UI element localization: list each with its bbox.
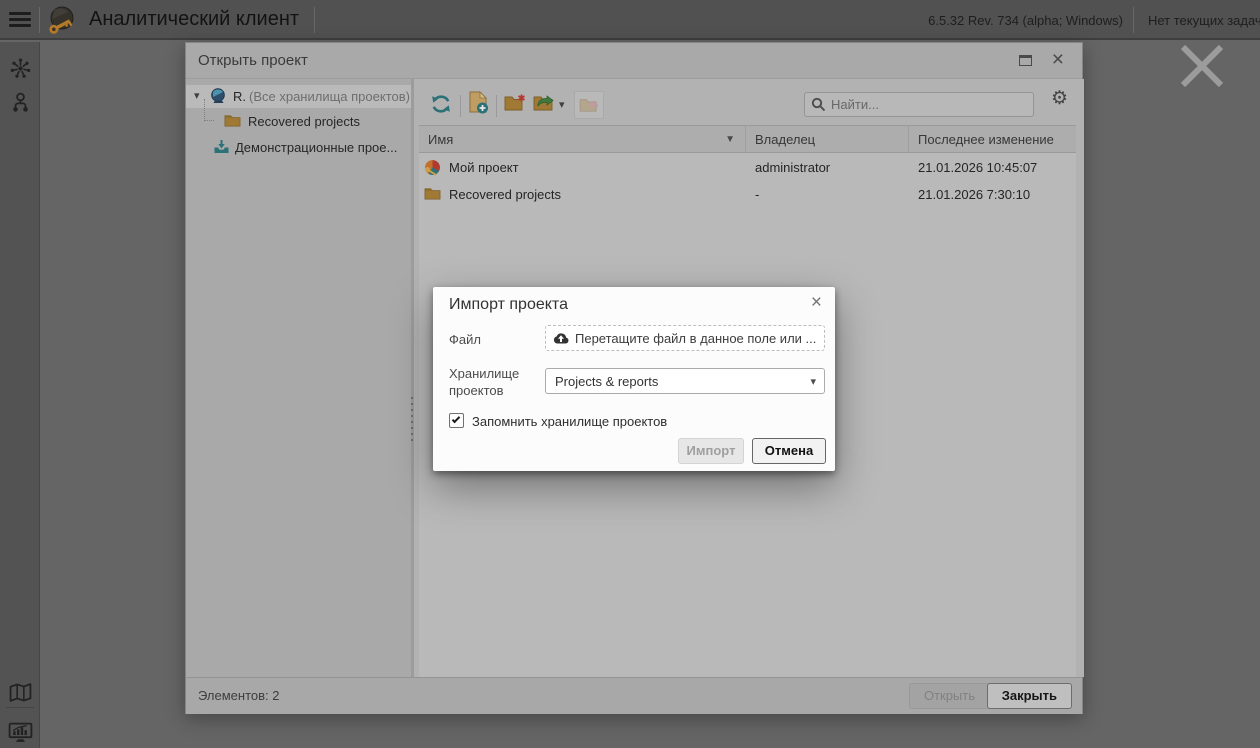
tree-item-recovered-projects[interactable]: Recovered projects [186,110,411,133]
open-folder-icon[interactable] [533,94,556,112]
dialog-footer: Элементов: 2 Открыть Закрыть [186,677,1082,714]
remember-checkbox[interactable] [449,413,464,428]
open-folder-caret-icon[interactable]: ▾ [559,98,565,111]
folder-icon [224,113,241,127]
import-button-disabled: Импорт [678,438,744,464]
table-row-recovered-projects[interactable]: Recovered projects - 21.01.2026 7:30:10 [419,181,1076,208]
dialog-titlebar: Открыть проект × [186,43,1082,79]
maximize-icon[interactable] [1019,55,1032,66]
folder-icon [424,186,441,200]
app-logo-icon [46,4,78,36]
hamburger-menu-icon[interactable] [8,9,32,31]
column-header-label: Имя [428,132,453,147]
tasks-status[interactable]: Нет текущих задач [1148,13,1260,28]
chevron-down-icon: ▾ [810,375,816,388]
cell-modified: 21.01.2026 10:45:07 [918,160,1037,175]
storage-select-value: Projects & reports [555,374,658,389]
inbox-download-icon [213,139,230,154]
tree-root-all-storages[interactable]: ▾ R. (Все хранилища проектов) [186,85,411,108]
expander-icon[interactable]: ▾ [194,89,200,102]
cloud-upload-icon [553,332,569,344]
tree-root-hint: (Все хранилища проектов) [249,89,410,104]
splitter-handle[interactable] [411,397,413,441]
tree-item-label: Recovered projects [248,114,360,129]
cell-name: Мой проект [449,160,519,175]
close-icon[interactable]: × [1052,48,1064,72]
file-dropzone[interactable]: Перетащите файл в данное поле или ... [545,325,825,351]
tree-root-label: R. [233,89,246,104]
dropzone-hint: Перетащите файл в данное поле или ... [575,331,816,346]
storage-select[interactable]: Projects & reports ▾ [545,368,825,394]
column-header-label: Последнее изменение [918,132,1054,147]
open-button-disabled: Открыть [909,683,990,709]
new-folder-icon[interactable] [504,94,526,112]
column-header-owner[interactable]: Владелец [746,126,909,154]
version-label: 6.5.32 Rev. 734 (alpha; Windows) [928,13,1123,28]
file-field-label: Файл [449,331,481,348]
topbar: Аналитический клиент 6.5.32 Rev. 734 (al… [0,0,1260,40]
topbar-divider [39,7,40,33]
import-dialog-title: Импорт проекта [449,296,568,314]
dialog-title: Открыть проект [198,52,308,69]
close-icon[interactable]: × [811,292,822,314]
hierarchy-icon[interactable] [0,84,40,120]
table-row-my-project[interactable]: Мой проект administrator 21.01.2026 10:4… [419,154,1076,181]
checkmark-icon [452,415,460,423]
remember-checkbox-label[interactable]: Запомнить хранилище проектов [472,414,667,429]
sort-desc-icon[interactable]: ▼ [725,126,735,153]
background-panel-close-icon[interactable] [1178,44,1226,88]
tree-item-demo-projects[interactable]: Демонстрационные прое... [186,136,411,159]
monitor-chart-icon[interactable] [0,714,40,748]
app-title: Аналитический клиент [89,8,299,31]
import-archive-icon-disabled [574,91,604,119]
refresh-icon[interactable] [430,93,452,115]
search-input[interactable] [804,92,1034,117]
import-project-dialog: Импорт проекта × Файл Перетащите файл в … [433,287,835,471]
storage-tree: ▾ R. (Все хранилища проектов) Recovered … [186,79,411,677]
project-icon [424,159,441,176]
toolbar-divider [496,95,497,117]
storage-field-label: Хранилище проектов [449,365,541,399]
close-button[interactable]: Закрыть [987,683,1072,709]
search-box [804,92,1034,117]
cell-owner: - [755,187,759,202]
topbar-divider [1133,7,1134,33]
new-project-icon[interactable] [468,91,489,115]
table-header: Имя ▼ Владелец Последнее изменение [419,125,1076,153]
map-icon[interactable] [0,674,40,710]
cell-owner: administrator [755,160,830,175]
left-sidebar [0,42,40,748]
tree-item-label: Демонстрационные прое... [235,140,397,155]
topbar-divider [314,7,315,33]
sidebar-divider [6,707,34,708]
column-header-label: Владелец [755,132,815,147]
column-header-modified[interactable]: Последнее изменение [909,126,1076,154]
gear-icon[interactable]: ⚙ [1051,87,1068,110]
cell-name: Recovered projects [449,187,561,202]
cell-modified: 21.01.2026 7:30:10 [918,187,1030,202]
items-count-label: Элементов: 2 [198,688,279,703]
app-window: Аналитический клиент 6.5.32 Rev. 734 (al… [0,0,1260,748]
toolbar-divider [460,95,461,117]
column-header-name[interactable]: Имя ▼ [419,126,746,154]
cancel-button[interactable]: Отмена [752,438,826,464]
hub-network-icon[interactable] [0,50,40,86]
